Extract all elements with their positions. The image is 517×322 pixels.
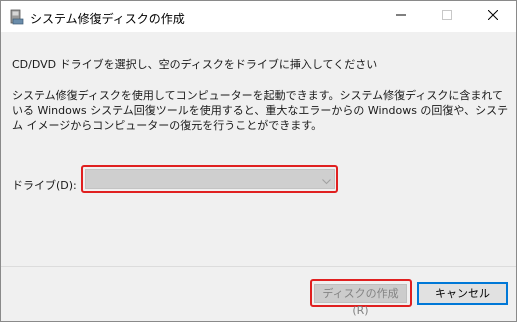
description-text: システム修復ディスクを使用してコンピューターを起動できます。システム修復ディスク…: [12, 89, 509, 132]
dialog-window: システム修復ディスクの作成 CD/DVD ドライブを選択し、空のディスクをドライ…: [0, 0, 517, 322]
instruction-text: CD/DVD ドライブを選択し、空のディスクをドライブに挿入してください: [12, 58, 378, 71]
dialog-body: CD/DVD ドライブを選択し、空のディスクをドライブに挿入してください システ…: [1, 32, 516, 321]
title-bar[interactable]: システム修復ディスクの作成: [1, 1, 516, 32]
window-title: システム修復ディスクの作成: [30, 12, 185, 26]
minimize-button[interactable]: [378, 1, 424, 32]
cancel-button[interactable]: キャンセル: [417, 282, 508, 305]
close-button[interactable]: [470, 1, 516, 32]
minimize-icon: [396, 10, 406, 23]
close-icon: [487, 9, 499, 23]
chevron-down-icon: [322, 175, 331, 188]
footer-divider: [1, 266, 516, 267]
drive-label: ドライブ(D):: [12, 179, 77, 192]
create-disc-button[interactable]: ディスクの作成(R): [314, 284, 407, 317]
maximize-button[interactable]: [424, 1, 470, 32]
drive-select[interactable]: [85, 169, 335, 189]
disc-drive-icon: [10, 9, 24, 25]
maximize-icon: [442, 10, 452, 23]
